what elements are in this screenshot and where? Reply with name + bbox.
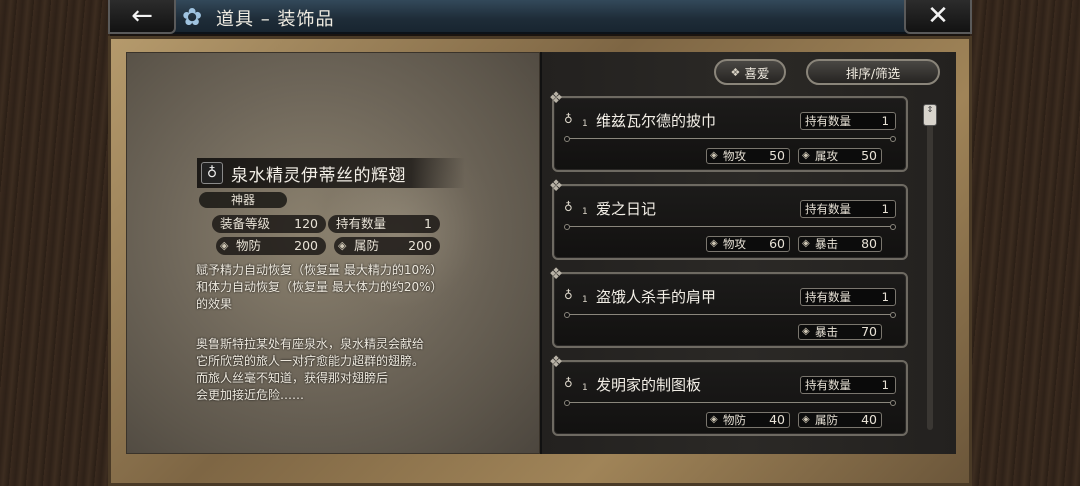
list-item-name: 盗饿人杀手的肩甲: [596, 288, 717, 306]
list-item-name: 爱之日记: [596, 200, 657, 218]
page-title: 道具 – 装饰品: [216, 9, 335, 30]
critical-icon: ◈: [802, 238, 810, 249]
slot-number: 1: [582, 207, 588, 217]
equip-level-label: 装备等级: [220, 216, 271, 231]
divider: [564, 136, 896, 142]
owned-label: 持有数量: [805, 378, 851, 392]
owned-value: 1: [881, 378, 889, 392]
equip-level-value: 120: [294, 216, 318, 231]
close-icon: ✕: [927, 1, 949, 31]
item-category: 神器: [199, 192, 287, 208]
close-button[interactable]: ✕: [904, 0, 972, 34]
accessory-icon: ♁: [564, 112, 573, 126]
owned-value: 1: [881, 114, 889, 128]
stat-value: 80: [861, 236, 877, 251]
owned-value: 1: [881, 290, 889, 304]
item-effect-text: 赋予精力自动恢复（恢复量 最大精力的10%） 和体力自动恢复（恢复量 最大体力的…: [196, 263, 443, 311]
favorite-marker-icon[interactable]: ❖: [546, 352, 566, 372]
stat-value: 50: [769, 148, 785, 163]
scrollbar-thumb[interactable]: ⇕: [923, 104, 937, 126]
favorite-marker-icon[interactable]: ❖: [546, 88, 566, 108]
back-button[interactable]: ←: [108, 0, 176, 34]
stat-badge: ◈ 物攻 50: [706, 148, 790, 164]
stat-value: 70: [861, 324, 877, 339]
physical-defense-stat: ◈ 物防 200: [216, 237, 326, 255]
item-name: 泉水精灵伊蒂丝的辉翅: [231, 165, 406, 186]
physical-attack-icon: ◈: [710, 238, 718, 249]
sort-filter-label: 排序/筛选: [845, 65, 901, 81]
list-item[interactable]: ❖ ♁ 1 爱之日记 持有数量 1 ◈ 物攻 60 ◈ 暴击 80: [549, 176, 908, 260]
item-lore-text: 奥鲁斯特拉某处有座泉水，泉水精灵会献给 它所欣赏的旅人一对疗愈能力超群的翅膀。 …: [196, 337, 425, 402]
physical-defense-icon: ◈: [710, 414, 718, 425]
owned-label: 持有数量: [805, 202, 851, 216]
stat-label: 暴击: [815, 325, 838, 339]
owned-value: 1: [424, 216, 432, 231]
owned-value: 1: [881, 202, 889, 216]
scrollbar-track[interactable]: [927, 108, 933, 430]
stat-label: 属防: [815, 413, 838, 427]
favorites-button[interactable]: ❖ 喜爱: [714, 59, 786, 85]
elemental-attack-icon: ◈: [802, 150, 810, 161]
physical-defense-label: 物防: [236, 238, 262, 253]
favorites-label: 喜爱: [744, 65, 770, 81]
heart-icon: ❖: [730, 65, 741, 79]
stat-badge: ◈ 物防 40: [706, 412, 790, 428]
stat-label: 属攻: [815, 149, 838, 163]
favorite-marker-icon[interactable]: ❖: [546, 176, 566, 196]
stat-label: 物防: [723, 413, 746, 427]
owned-label: 持有数量: [805, 114, 851, 128]
owned-count: 持有数量 1: [800, 376, 896, 394]
physical-defense-value: 200: [294, 238, 318, 253]
stat-value: 60: [769, 236, 785, 251]
stat-value: 40: [769, 412, 785, 427]
stat-value: 40: [861, 412, 877, 427]
sort-filter-button[interactable]: 排序/筛选: [806, 59, 940, 85]
elemental-defense-label: 属防: [354, 238, 380, 253]
divider: [564, 312, 896, 318]
elemental-defense-stat: ◈ 属防 200: [334, 237, 440, 255]
divider: [564, 400, 896, 406]
stat-badge: ◈ 暴击 70: [798, 324, 882, 340]
accessory-icon: ♁: [564, 200, 573, 214]
stat-label: 物攻: [723, 149, 746, 163]
owned-label: 持有数量: [336, 216, 387, 231]
owned-label: 持有数量: [805, 290, 851, 304]
slot-number: 1: [582, 295, 588, 305]
stat-value: 50: [861, 148, 877, 163]
equip-level-stat: 装备等级 120: [212, 215, 326, 233]
elemental-defense-icon: ◈: [338, 239, 347, 252]
list-item[interactable]: ❖ ♁ 1 维兹瓦尔德的披巾 持有数量 1 ◈ 物攻 50 ◈ 属攻 50: [549, 88, 908, 172]
owned-count: 持有数量 1: [800, 112, 896, 130]
stat-badge: ◈ 属防 40: [798, 412, 882, 428]
owned-count: 持有数量 1: [800, 288, 896, 306]
accessory-icon: ♁: [564, 376, 573, 390]
item-name-bar: ♁ 泉水精灵伊蒂丝的辉翅: [197, 158, 465, 188]
stat-label: 暴击: [815, 237, 838, 251]
list-item-name: 发明家的制图板: [596, 376, 702, 394]
accessory-icon: ♁: [564, 288, 573, 302]
list-item-name: 维兹瓦尔德的披巾: [596, 112, 717, 130]
physical-attack-icon: ◈: [710, 150, 718, 161]
physical-defense-icon: ◈: [220, 239, 229, 252]
accessory-icon: ♁: [201, 162, 223, 184]
stat-badge: ◈ 暴击 80: [798, 236, 882, 252]
slot-number: 1: [582, 119, 588, 129]
favorite-marker-icon[interactable]: ❖: [546, 264, 566, 284]
list-item[interactable]: ❖ ♁ 1 发明家的制图板 持有数量 1 ◈ 物防 40 ◈ 属防 40: [549, 352, 908, 436]
owned-count-stat: 持有数量 1: [328, 215, 440, 233]
gear-emblem-icon: ✿: [181, 3, 203, 31]
back-arrow-icon: ←: [131, 1, 153, 31]
wood-border-right: [970, 0, 1080, 486]
slot-number: 1: [582, 383, 588, 393]
elemental-defense-icon: ◈: [802, 414, 810, 425]
elemental-defense-value: 200: [408, 238, 432, 253]
owned-count: 持有数量 1: [800, 200, 896, 218]
stat-label: 物攻: [723, 237, 746, 251]
wood-border-left: [0, 0, 110, 486]
stat-badge: ◈ 物攻 60: [706, 236, 790, 252]
list-item[interactable]: ❖ ♁ 1 盗饿人杀手的肩甲 持有数量 1 ◈ 暴击 70: [549, 264, 908, 348]
divider: [564, 224, 896, 230]
stat-badge: ◈ 属攻 50: [798, 148, 882, 164]
critical-icon: ◈: [802, 326, 810, 337]
